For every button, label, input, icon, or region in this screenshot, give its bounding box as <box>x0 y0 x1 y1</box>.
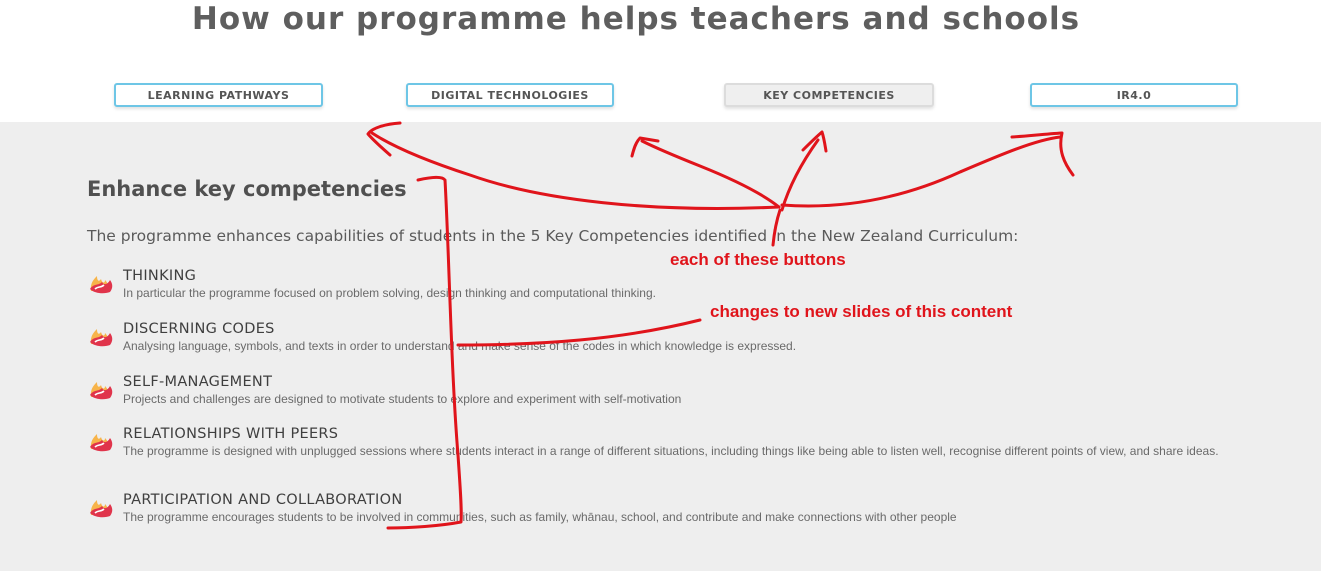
flame-hands-icon <box>90 500 113 518</box>
annotation-note-slides: changes to new slides of this content <box>710 302 1013 321</box>
competency-description: The programme encourages students to be … <box>123 510 957 524</box>
section-intro: The programme enhances capabilities of s… <box>87 227 1019 245</box>
competency-description: Analysing language, symbols, and texts i… <box>123 339 797 353</box>
tab-key-competencies[interactable]: KEY COMPETENCIES <box>724 83 934 107</box>
flame-hands-icon <box>90 329 113 347</box>
competency-title: PARTICIPATION AND COLLABORATION <box>123 492 403 508</box>
flame-hands-icon <box>90 276 113 294</box>
competency-description: Projects and challenges are designed to … <box>123 392 682 406</box>
competency-title: RELATIONSHIPS WITH PEERS <box>123 426 339 442</box>
competency-title: DISCERNING CODES <box>123 321 275 337</box>
competency-title: SELF-MANAGEMENT <box>123 374 273 390</box>
tab-learning-pathways[interactable]: LEARNING PATHWAYS <box>114 83 323 107</box>
page-title: How our programme helps teachers and sch… <box>191 1 1081 37</box>
flame-hands-icon <box>90 434 113 452</box>
tab-ir40[interactable]: IR4.0 <box>1030 83 1238 107</box>
annotation-note-buttons: each of these buttons <box>670 250 846 269</box>
competency-title: THINKING <box>123 268 197 284</box>
flame-hands-icon <box>90 382 113 400</box>
competency-description: The programme is designed with unplugged… <box>123 444 1219 458</box>
section-title: Enhance key competencies <box>87 177 407 201</box>
competency-description: In particular the programme focused on p… <box>123 286 656 300</box>
tab-digital-technologies[interactable]: DIGITAL TECHNOLOGIES <box>406 83 614 107</box>
